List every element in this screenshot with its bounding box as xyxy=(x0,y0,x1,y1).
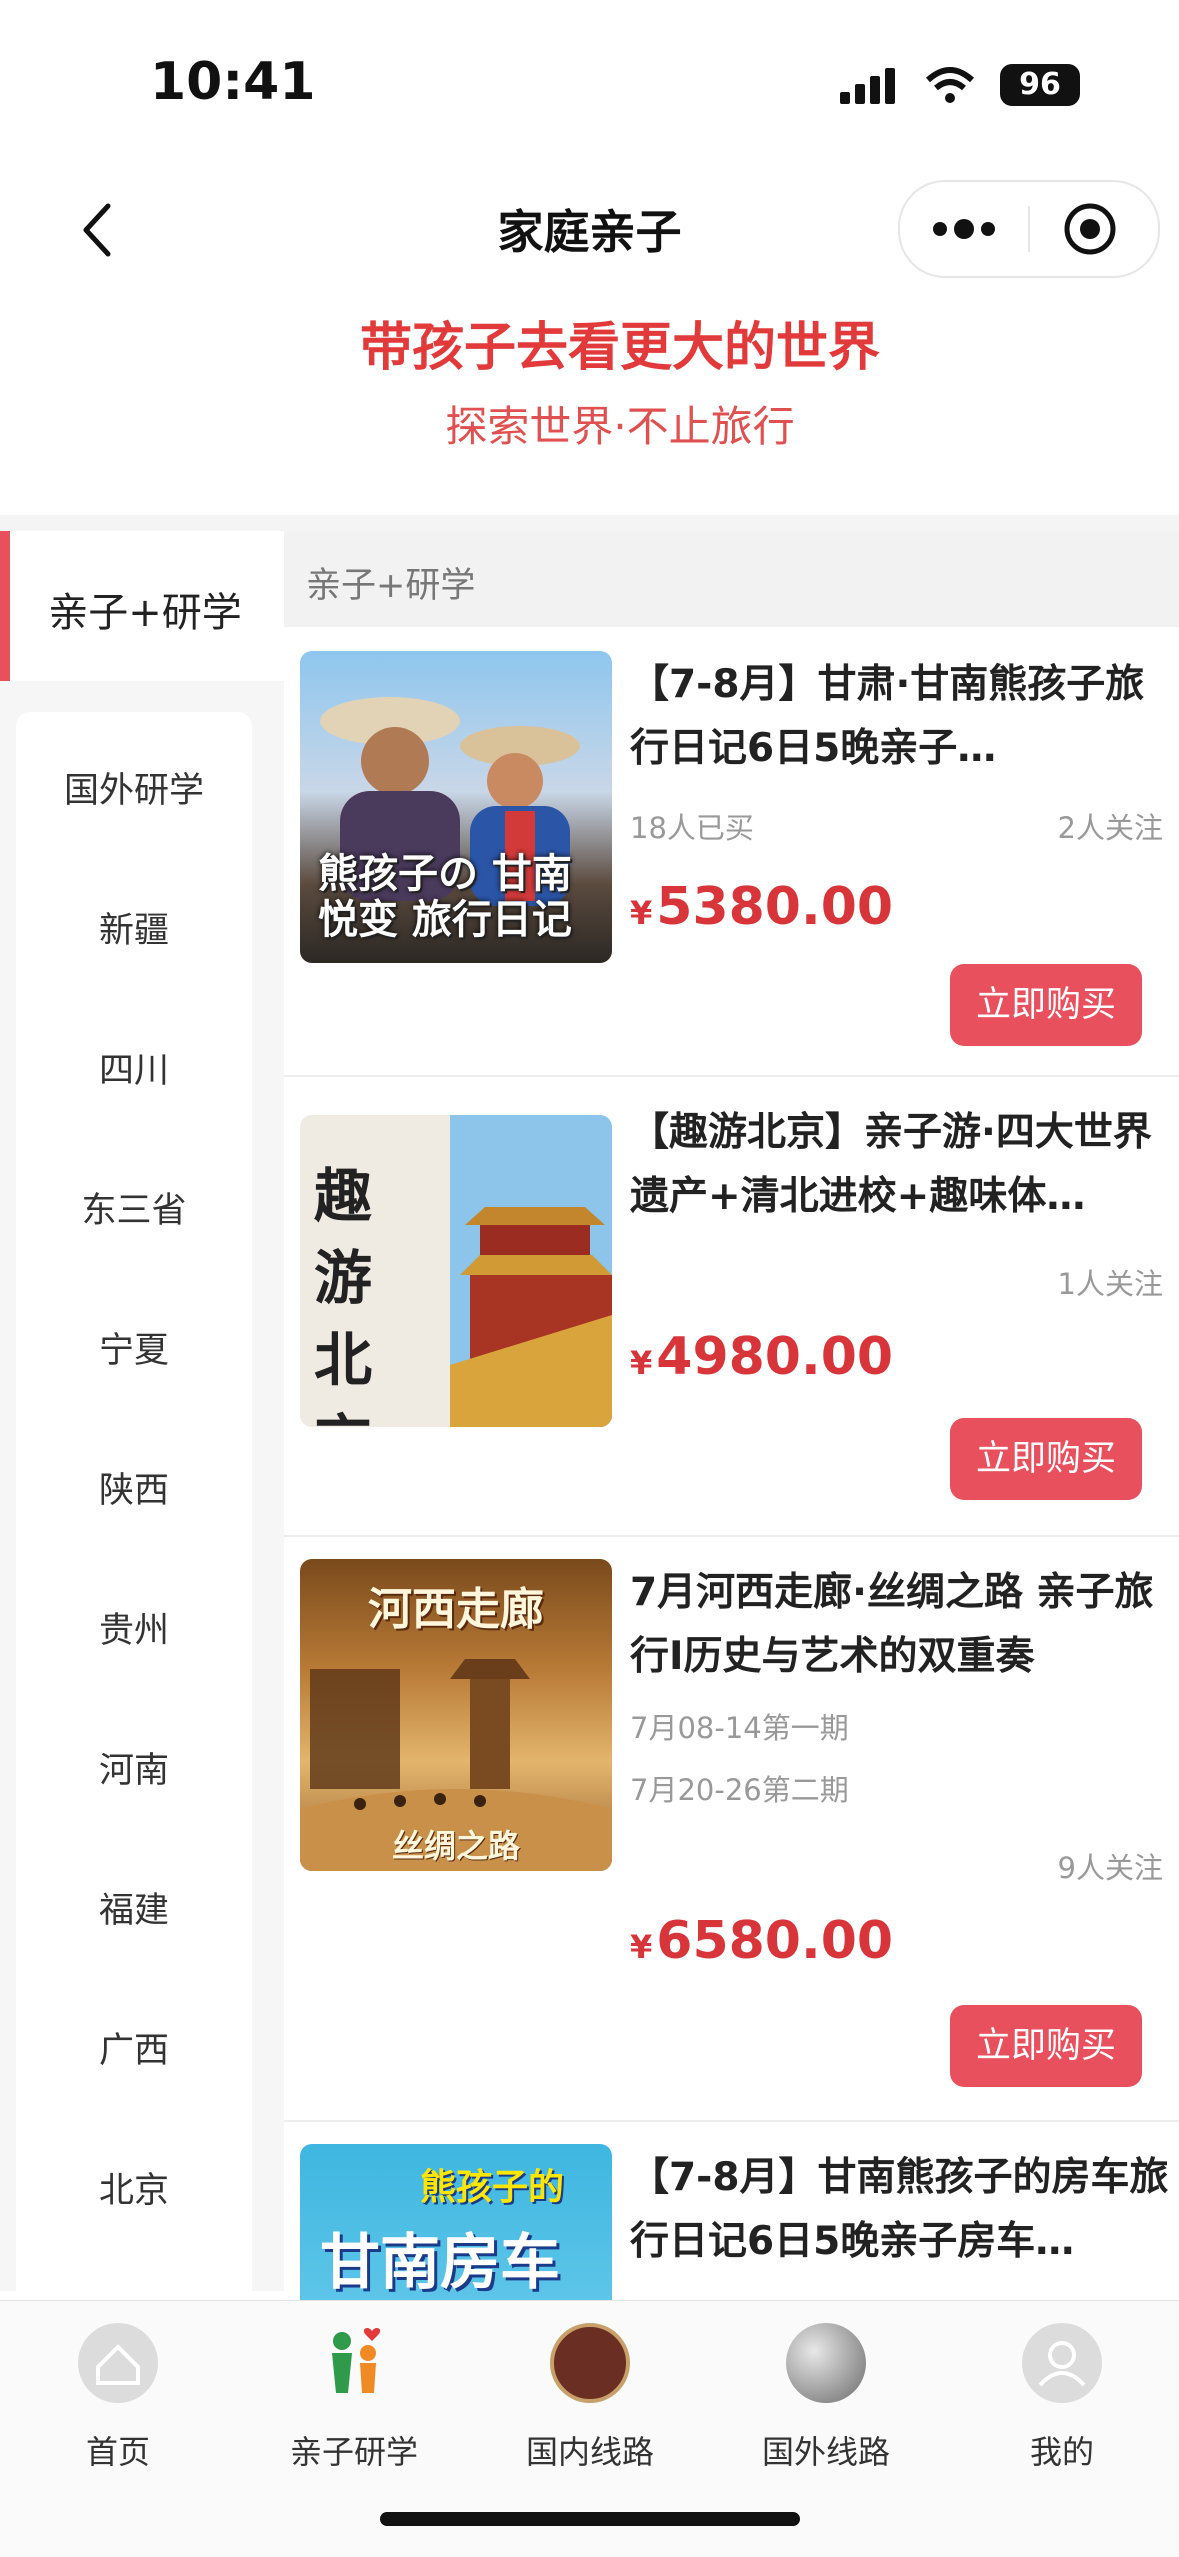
product-image[interactable]: 熊孩子の 甘南悦变 旅行日记 xyxy=(300,651,612,963)
sidebar-item-beijing[interactable]: 北京 xyxy=(16,2162,252,2213)
status-icons: 96 xyxy=(840,62,1080,108)
currency-symbol: ¥ xyxy=(630,894,653,932)
miniprogram-capsule xyxy=(898,180,1160,278)
sidebar-item-ningxia[interactable]: 宁夏 xyxy=(16,1322,252,1373)
content-section-header: 亲子+研学 xyxy=(284,531,1179,627)
product-period-1: 7月08-14第一期 xyxy=(630,1711,849,1745)
product-follow-count: 1人关注 xyxy=(1057,1267,1163,1301)
target-close-icon xyxy=(1064,203,1116,255)
tab-overseas-routes[interactable]: 国外线路 xyxy=(708,2301,944,2501)
tab-mine[interactable]: 我的 xyxy=(944,2301,1179,2501)
more-button[interactable] xyxy=(900,182,1028,276)
signal-icon xyxy=(840,68,895,104)
more-dots-icon xyxy=(933,219,995,239)
china-seal-icon xyxy=(550,2323,630,2403)
content-section-label: 亲子+研学 xyxy=(306,566,476,606)
sidebar-item-sichuan[interactable]: 四川 xyxy=(16,1042,252,1093)
product-bought-count: 18人已买 xyxy=(630,811,754,845)
sidebar-item-guangxi[interactable]: 广西 xyxy=(16,2022,252,2073)
price-value: 4980.00 xyxy=(656,1327,894,1387)
product-title[interactable]: 7月河西走廊·丝绸之路 亲子旅行I历史与艺术的双重奏 xyxy=(630,1561,1170,1689)
tab-label: 亲子研学 xyxy=(289,2433,418,2471)
sidebar-item-abroad-study[interactable]: 国外研学 xyxy=(16,762,252,813)
home-indicator xyxy=(380,2512,800,2526)
product-price: ¥6580.00 xyxy=(630,1911,893,1971)
product-image-caption: 熊孩子の 甘南悦变 旅行日记 xyxy=(318,851,572,943)
product-image-subcaption: 丝绸之路 xyxy=(391,1827,520,1865)
sidebar-item-guizhou[interactable]: 贵州 xyxy=(16,1602,252,1653)
family-icon xyxy=(314,2323,394,2403)
tab-domestic-routes[interactable]: 国内线路 xyxy=(472,2301,708,2501)
banner-subtitle: 探索世界·不止旅行 xyxy=(445,402,795,451)
product-follow-count: 2人关注 xyxy=(1057,811,1163,845)
product-image[interactable]: 趣 游 北京 xyxy=(300,1115,612,1427)
sidebar-item-xinjiang[interactable]: 新疆 xyxy=(16,902,252,953)
sidebar-item-henan[interactable]: 河南 xyxy=(16,1742,252,1793)
home-icon xyxy=(78,2323,158,2403)
battery-indicator: 96 xyxy=(1000,64,1080,106)
sidebar-sub-list: 国外研学 新疆 四川 东三省 宁夏 陕西 贵州 河南 福建 广西 北京 xyxy=(16,712,252,2302)
banner-title: 带孩子去看更大的世界 xyxy=(359,318,880,378)
price-value: 6580.00 xyxy=(656,1911,894,1971)
currency-symbol: ¥ xyxy=(630,1344,653,1382)
tab-label: 国外线路 xyxy=(761,2433,890,2471)
product-image-caption: 甘南房车 xyxy=(320,2228,560,2298)
price-value: 5380.00 xyxy=(656,877,894,937)
currency-symbol: ¥ xyxy=(630,1928,653,1966)
close-miniprogram-button[interactable] xyxy=(1030,182,1156,276)
tab-label: 首页 xyxy=(85,2433,150,2471)
wifi-icon xyxy=(925,67,975,103)
tab-home[interactable]: 首页 xyxy=(0,2301,236,2501)
status-time: 10:41 xyxy=(150,52,316,112)
product-price: ¥5380.00 xyxy=(630,877,893,937)
sidebar-item-shaanxi[interactable]: 陕西 xyxy=(16,1462,252,1513)
tab-label: 国内线路 xyxy=(525,2433,654,2471)
buy-now-button[interactable]: 立即购买 xyxy=(950,964,1142,1046)
product-period-2: 7月20-26第二期 xyxy=(630,1773,849,1807)
product-card[interactable]: 熊孩子的 甘南房车 【7-8月】甘南熊孩子的房车旅行日记6日5晚亲子房车… xyxy=(284,2120,1179,2300)
product-card[interactable]: 河西走廊 丝绸之路 7月河西走廊·丝绸之路 亲子旅行I历史与艺术的双重奏 7月0… xyxy=(284,1535,1179,2122)
section-divider xyxy=(0,515,1179,531)
buy-now-button[interactable]: 立即购买 xyxy=(950,1418,1142,1500)
product-price: ¥4980.00 xyxy=(630,1327,893,1387)
product-card[interactable]: 熊孩子の 甘南悦变 旅行日记 【7-8月】甘肃·甘南熊孩子旅行日记6日5晚亲子…… xyxy=(284,627,1179,1077)
sidebar-item-active-label: 亲子+研学 xyxy=(48,590,242,636)
product-card[interactable]: 趣 游 北京 【趣游北京】亲子游·四大世界遗产+清北进校+趣味体… 1人关注 ¥… xyxy=(284,1075,1179,1537)
tab-family-study[interactable]: 亲子研学 xyxy=(236,2301,472,2501)
product-image-caption: 河西走廊 xyxy=(368,1584,544,1635)
product-image[interactable]: 河西走廊 丝绸之路 xyxy=(300,1559,612,1871)
product-title[interactable]: 【7-8月】甘南熊孩子的房车旅行日记6日5晚亲子房车… xyxy=(630,2146,1170,2274)
tab-label: 我的 xyxy=(1029,2433,1094,2471)
product-image-caption: 趣 游 北京 xyxy=(314,1162,373,1427)
globe-icon xyxy=(786,2323,866,2403)
product-follow-count: 9人关注 xyxy=(1057,1851,1163,1885)
product-image[interactable]: 熊孩子的 甘南房车 xyxy=(300,2144,612,2300)
product-title[interactable]: 【趣游北京】亲子游·四大世界遗产+清北进校+趣味体… xyxy=(630,1101,1170,1229)
sidebar-item-northeast[interactable]: 东三省 xyxy=(16,1182,252,1233)
buy-now-button[interactable]: 立即购买 xyxy=(950,2005,1142,2087)
product-title[interactable]: 【7-8月】甘肃·甘南熊孩子旅行日记6日5晚亲子… xyxy=(630,653,1170,781)
sidebar-item-fujian[interactable]: 福建 xyxy=(16,1882,252,1933)
user-icon xyxy=(1022,2323,1102,2403)
product-image-subcaption: 熊孩子的 xyxy=(420,2167,565,2208)
